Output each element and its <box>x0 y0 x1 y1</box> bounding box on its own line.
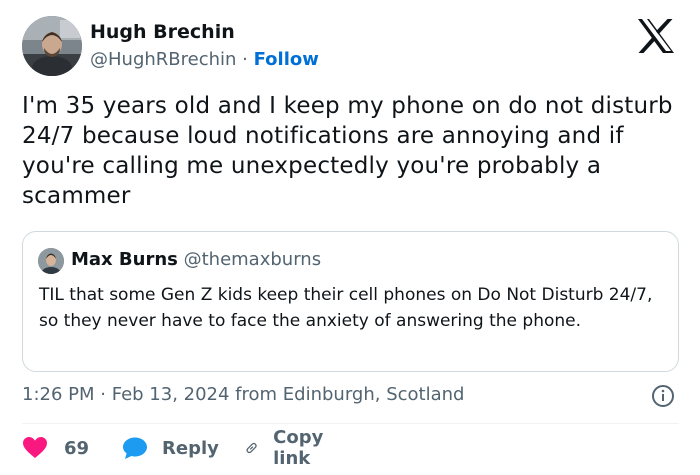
author-name[interactable]: Hugh Brechin <box>90 21 235 43</box>
author-photo <box>22 16 82 76</box>
quote-author-handle[interactable]: @themaxburns <box>184 249 321 270</box>
handle-separator: · <box>236 49 254 70</box>
heart-icon <box>23 437 47 458</box>
divider <box>22 423 679 424</box>
tweet-date: Feb 13, 2024 <box>111 384 230 405</box>
follow-button[interactable]: Follow <box>254 49 319 70</box>
like-count: 69 <box>64 437 90 459</box>
quote-text: TIL that some Gen Z kids keep their cell… <box>39 285 653 331</box>
tweet-time: 1:26 PM <box>22 384 95 405</box>
speech-bubble-icon <box>123 437 147 459</box>
reply-label: Reply <box>162 437 219 459</box>
author-handle[interactable]: @HughRBrechin <box>90 49 236 70</box>
copy-link-button[interactable]: Copy link <box>244 427 332 469</box>
like-button[interactable]: 69 <box>22 434 89 462</box>
reply-button[interactable]: Reply <box>122 434 219 462</box>
meta-separator: · <box>94 384 112 405</box>
quote-author-photo <box>38 248 64 274</box>
info-icon[interactable] <box>651 384 675 408</box>
link-icon <box>246 442 257 454</box>
x-logo-icon[interactable] <box>636 18 676 54</box>
copy-link-label: Copy link <box>273 427 324 469</box>
quote-header: Max Burns @themaxburns <box>71 249 321 270</box>
tweet-location: from Edinburgh, Scotland <box>229 384 465 405</box>
author-handle-line: @HughRBrechin · Follow <box>90 49 319 70</box>
tweet-text: I'm 35 years old and I keep my phone on … <box>22 93 673 209</box>
author-avatar[interactable] <box>22 16 82 76</box>
quote-author-avatar[interactable] <box>38 248 64 274</box>
tweet-meta[interactable]: 1:26 PM · Feb 13, 2024 from Edinburgh, S… <box>22 384 464 405</box>
quote-author-name[interactable]: Max Burns <box>71 249 178 270</box>
quoted-tweet[interactable]: Max Burns @themaxburns TIL that some Gen… <box>22 231 679 372</box>
